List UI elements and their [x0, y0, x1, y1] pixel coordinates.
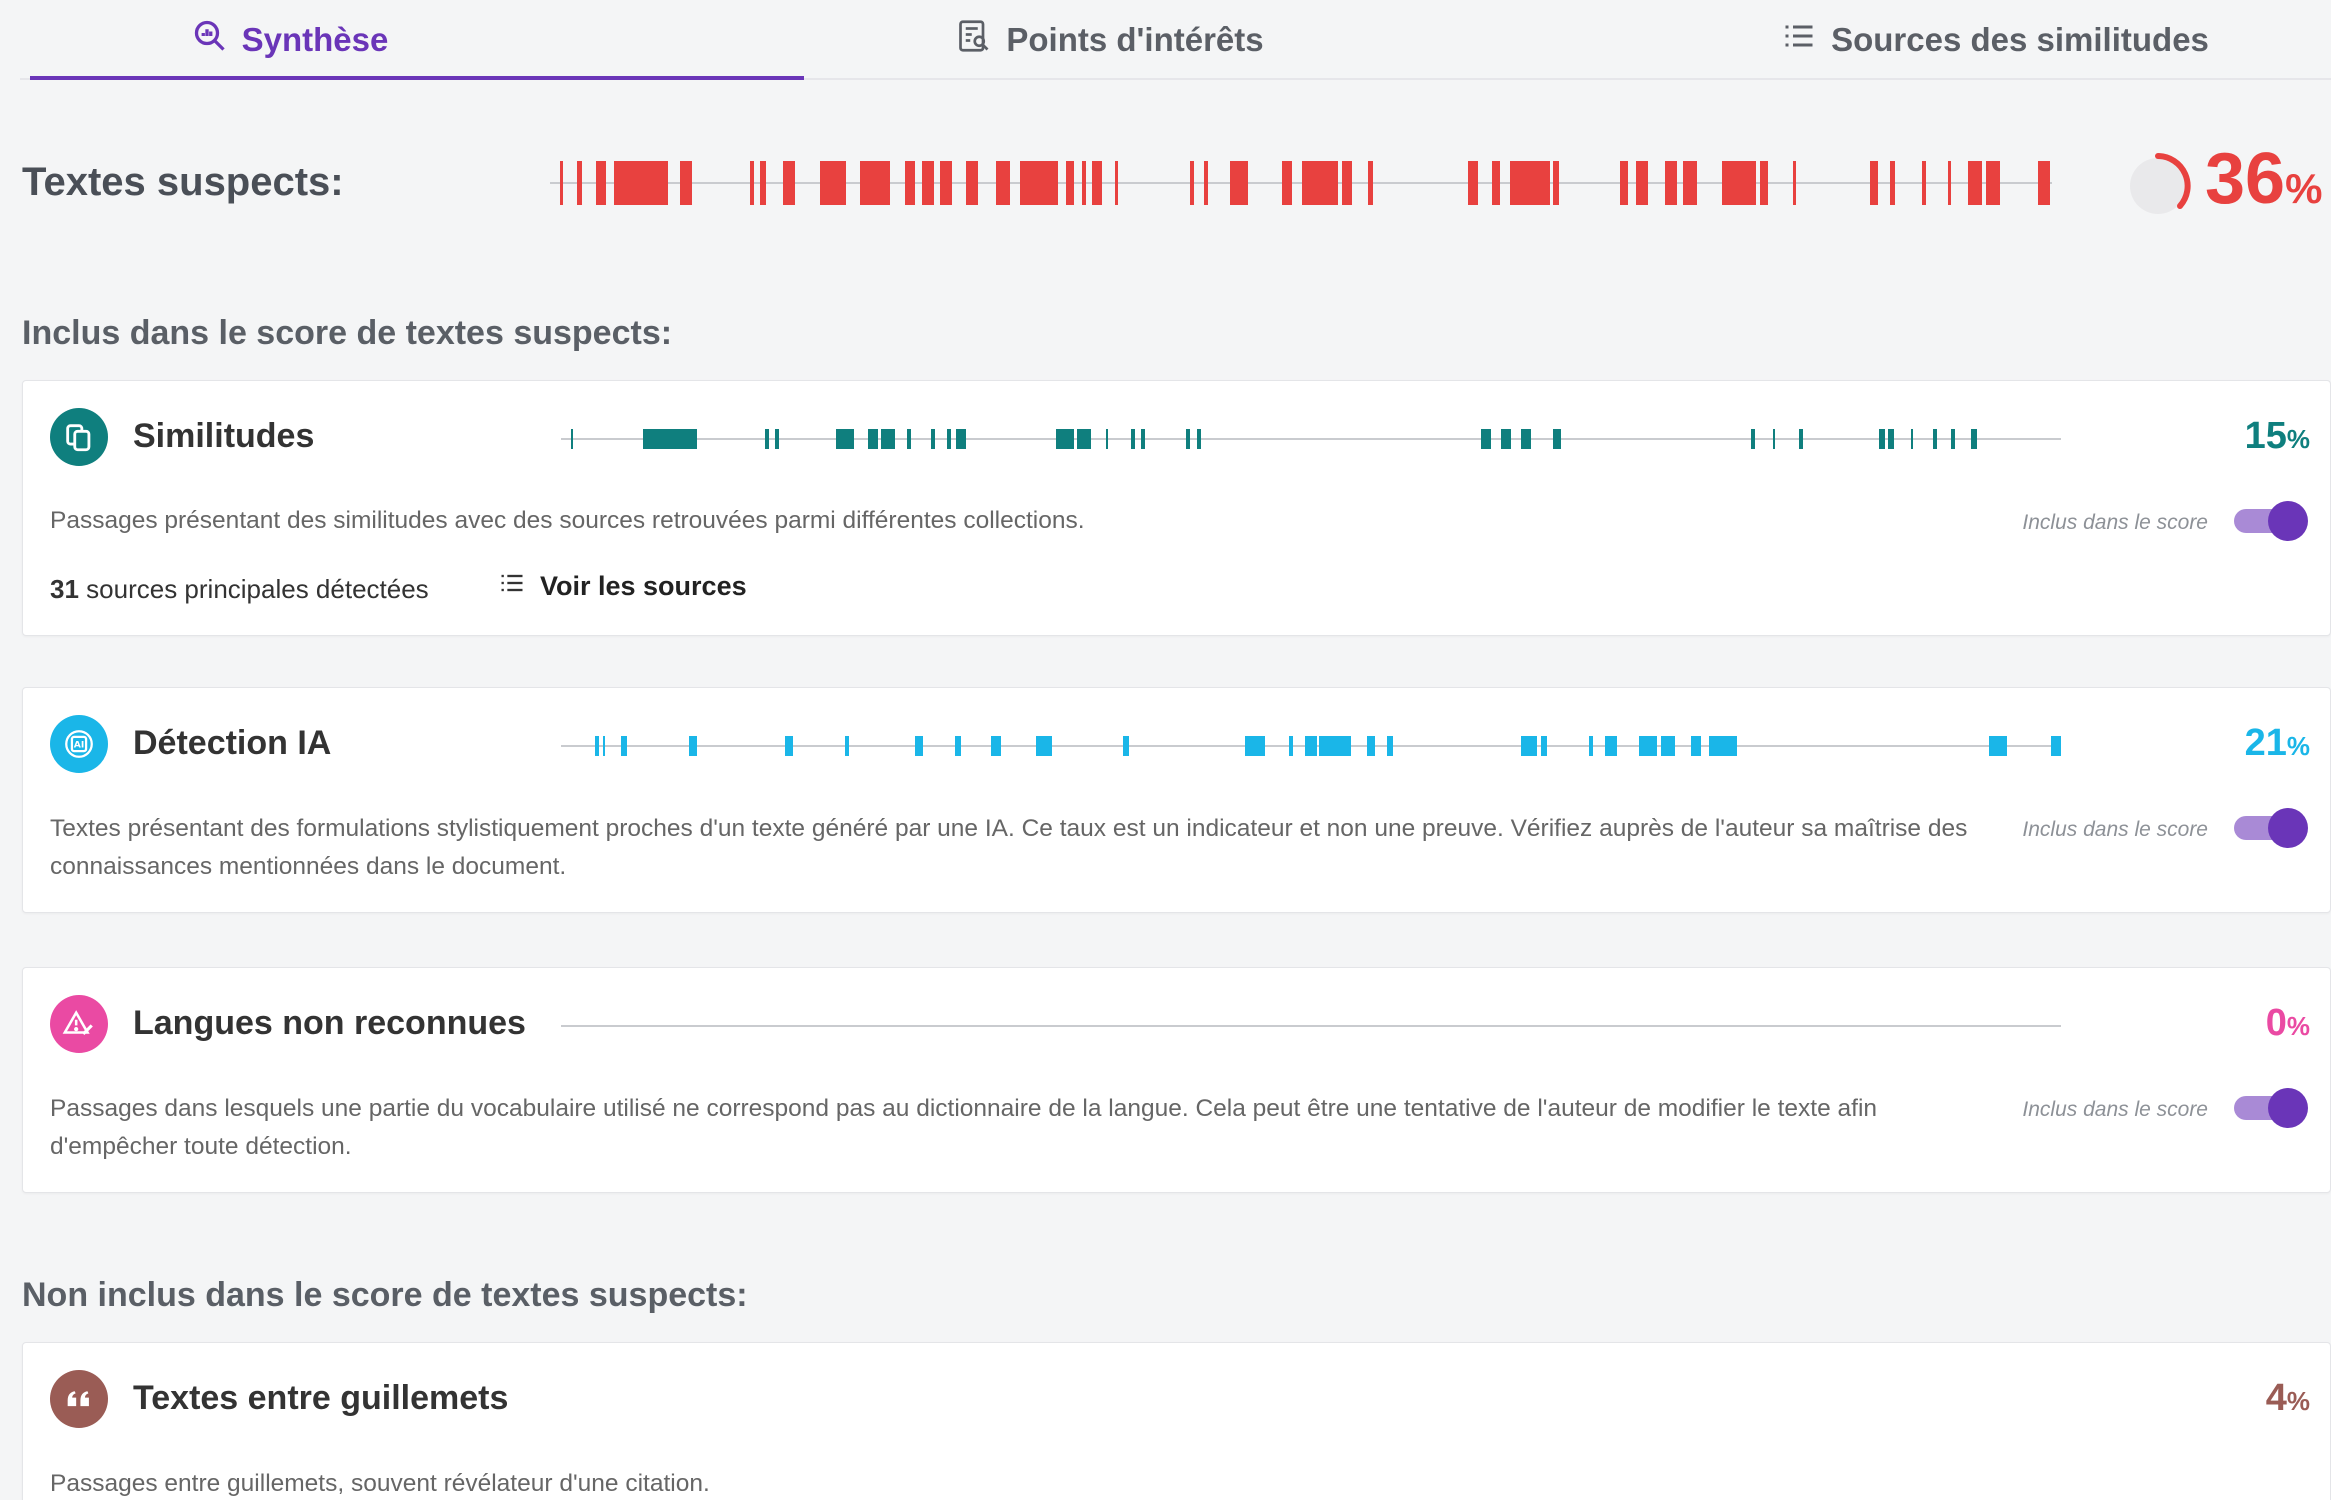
card-similitudes: Similitudes 15% Passages présentant des … [22, 380, 2331, 636]
tab-points-interets[interactable]: Points d'intérêts [740, 0, 1480, 80]
suspects-label: Textes suspects: [22, 160, 344, 204]
ia-percent: 21% [2245, 722, 2310, 765]
card-title: Détection IA [133, 724, 332, 762]
voir-sources-label: Voir les sources [540, 571, 747, 601]
card-description: Passages présentant des similitudes avec… [50, 507, 1085, 534]
quote-icon [50, 1370, 108, 1428]
active-tab-indicator [30, 76, 804, 80]
include-score-toggle[interactable] [2234, 1088, 2308, 1128]
tab-sources-similitudes[interactable]: Sources des similitudes [1620, 0, 2331, 80]
synthesis-page: Synthèse Points d'intérêts Sources des s… [10, 0, 2331, 1500]
card-description: Passages entre guillemets, souvent révél… [50, 1470, 710, 1497]
guillemets-percent: 4% [2266, 1377, 2310, 1420]
card-textes-guillemets: Textes entre guillemets 4% Passages entr… [22, 1342, 2331, 1500]
percent-value: 21 [2244, 722, 2287, 764]
percent-value: 4 [2265, 1377, 2287, 1419]
percent-unit: % [2285, 165, 2323, 212]
percent-unit: % [2286, 731, 2310, 761]
langues-percent: 0% [2266, 1002, 2310, 1045]
included-section-label: Inclus dans le score de textes suspects: [22, 314, 673, 352]
toggle-knob [2268, 1088, 2308, 1128]
tab-synthese[interactable]: Synthèse [20, 0, 560, 80]
card-title: Textes entre guillemets [133, 1379, 509, 1417]
tab-label: Sources des similitudes [1831, 21, 2209, 58]
warning-pen-icon [50, 995, 108, 1053]
sources-count-text: sources principales détectées [86, 574, 429, 604]
list-icon [498, 569, 526, 604]
percent-value: 0 [2265, 1002, 2287, 1044]
card-description: Textes présentant des formulations styli… [50, 815, 1968, 880]
card-detection-ia: AI Détection IA 21% Textes présentant de… [22, 687, 2331, 913]
suspects-timeline [550, 155, 2060, 216]
voir-sources-link[interactable]: Voir les sources [498, 569, 747, 604]
sources-count-value: 31 [50, 574, 79, 604]
included-label: Inclus dans le score [2022, 511, 2208, 534]
card-description: Passages dans lesquels une partie du voc… [50, 1095, 1878, 1160]
sources-count: 31 sources principales détectées [50, 574, 429, 605]
ia-timeline [561, 726, 2061, 771]
include-score-toggle[interactable] [2234, 501, 2308, 541]
suspects-percent-value: 36 [2205, 139, 2286, 219]
copy-icon [50, 408, 108, 466]
percent-unit: % [2286, 1011, 2310, 1041]
percent-value: 15 [2244, 415, 2287, 457]
card-title: Similitudes [133, 417, 315, 455]
suspects-donut [2122, 150, 2194, 222]
included-label: Inclus dans le score [2022, 1098, 2208, 1121]
svg-text:AI: AI [74, 740, 85, 751]
langues-timeline [561, 1006, 2061, 1051]
tab-label: Synthèse [241, 21, 389, 58]
toggle-knob [2268, 808, 2308, 848]
document-search-icon [956, 18, 992, 62]
included-label: Inclus dans le score [2022, 818, 2208, 841]
search-chart-icon [192, 18, 228, 62]
tab-bar: Synthèse Points d'intérêts Sources des s… [20, 0, 2331, 80]
toggle-knob [2268, 501, 2308, 541]
include-score-toggle[interactable] [2234, 808, 2308, 848]
list-icon [1781, 18, 1817, 62]
similitudes-percent: 15% [2245, 415, 2310, 458]
suspects-percent: 36% [2205, 138, 2322, 220]
similitudes-timeline [561, 419, 2061, 464]
percent-unit: % [2286, 424, 2310, 454]
excluded-section-label: Non inclus dans le score de textes suspe… [22, 1276, 748, 1314]
card-title: Langues non reconnues [133, 1004, 526, 1042]
tab-label: Points d'intérêts [1006, 21, 1264, 58]
percent-unit: % [2286, 1386, 2310, 1416]
ai-chip-icon: AI [50, 715, 108, 773]
card-langues-non-reconnues: Langues non reconnues 0% Passages dans l… [22, 967, 2331, 1193]
